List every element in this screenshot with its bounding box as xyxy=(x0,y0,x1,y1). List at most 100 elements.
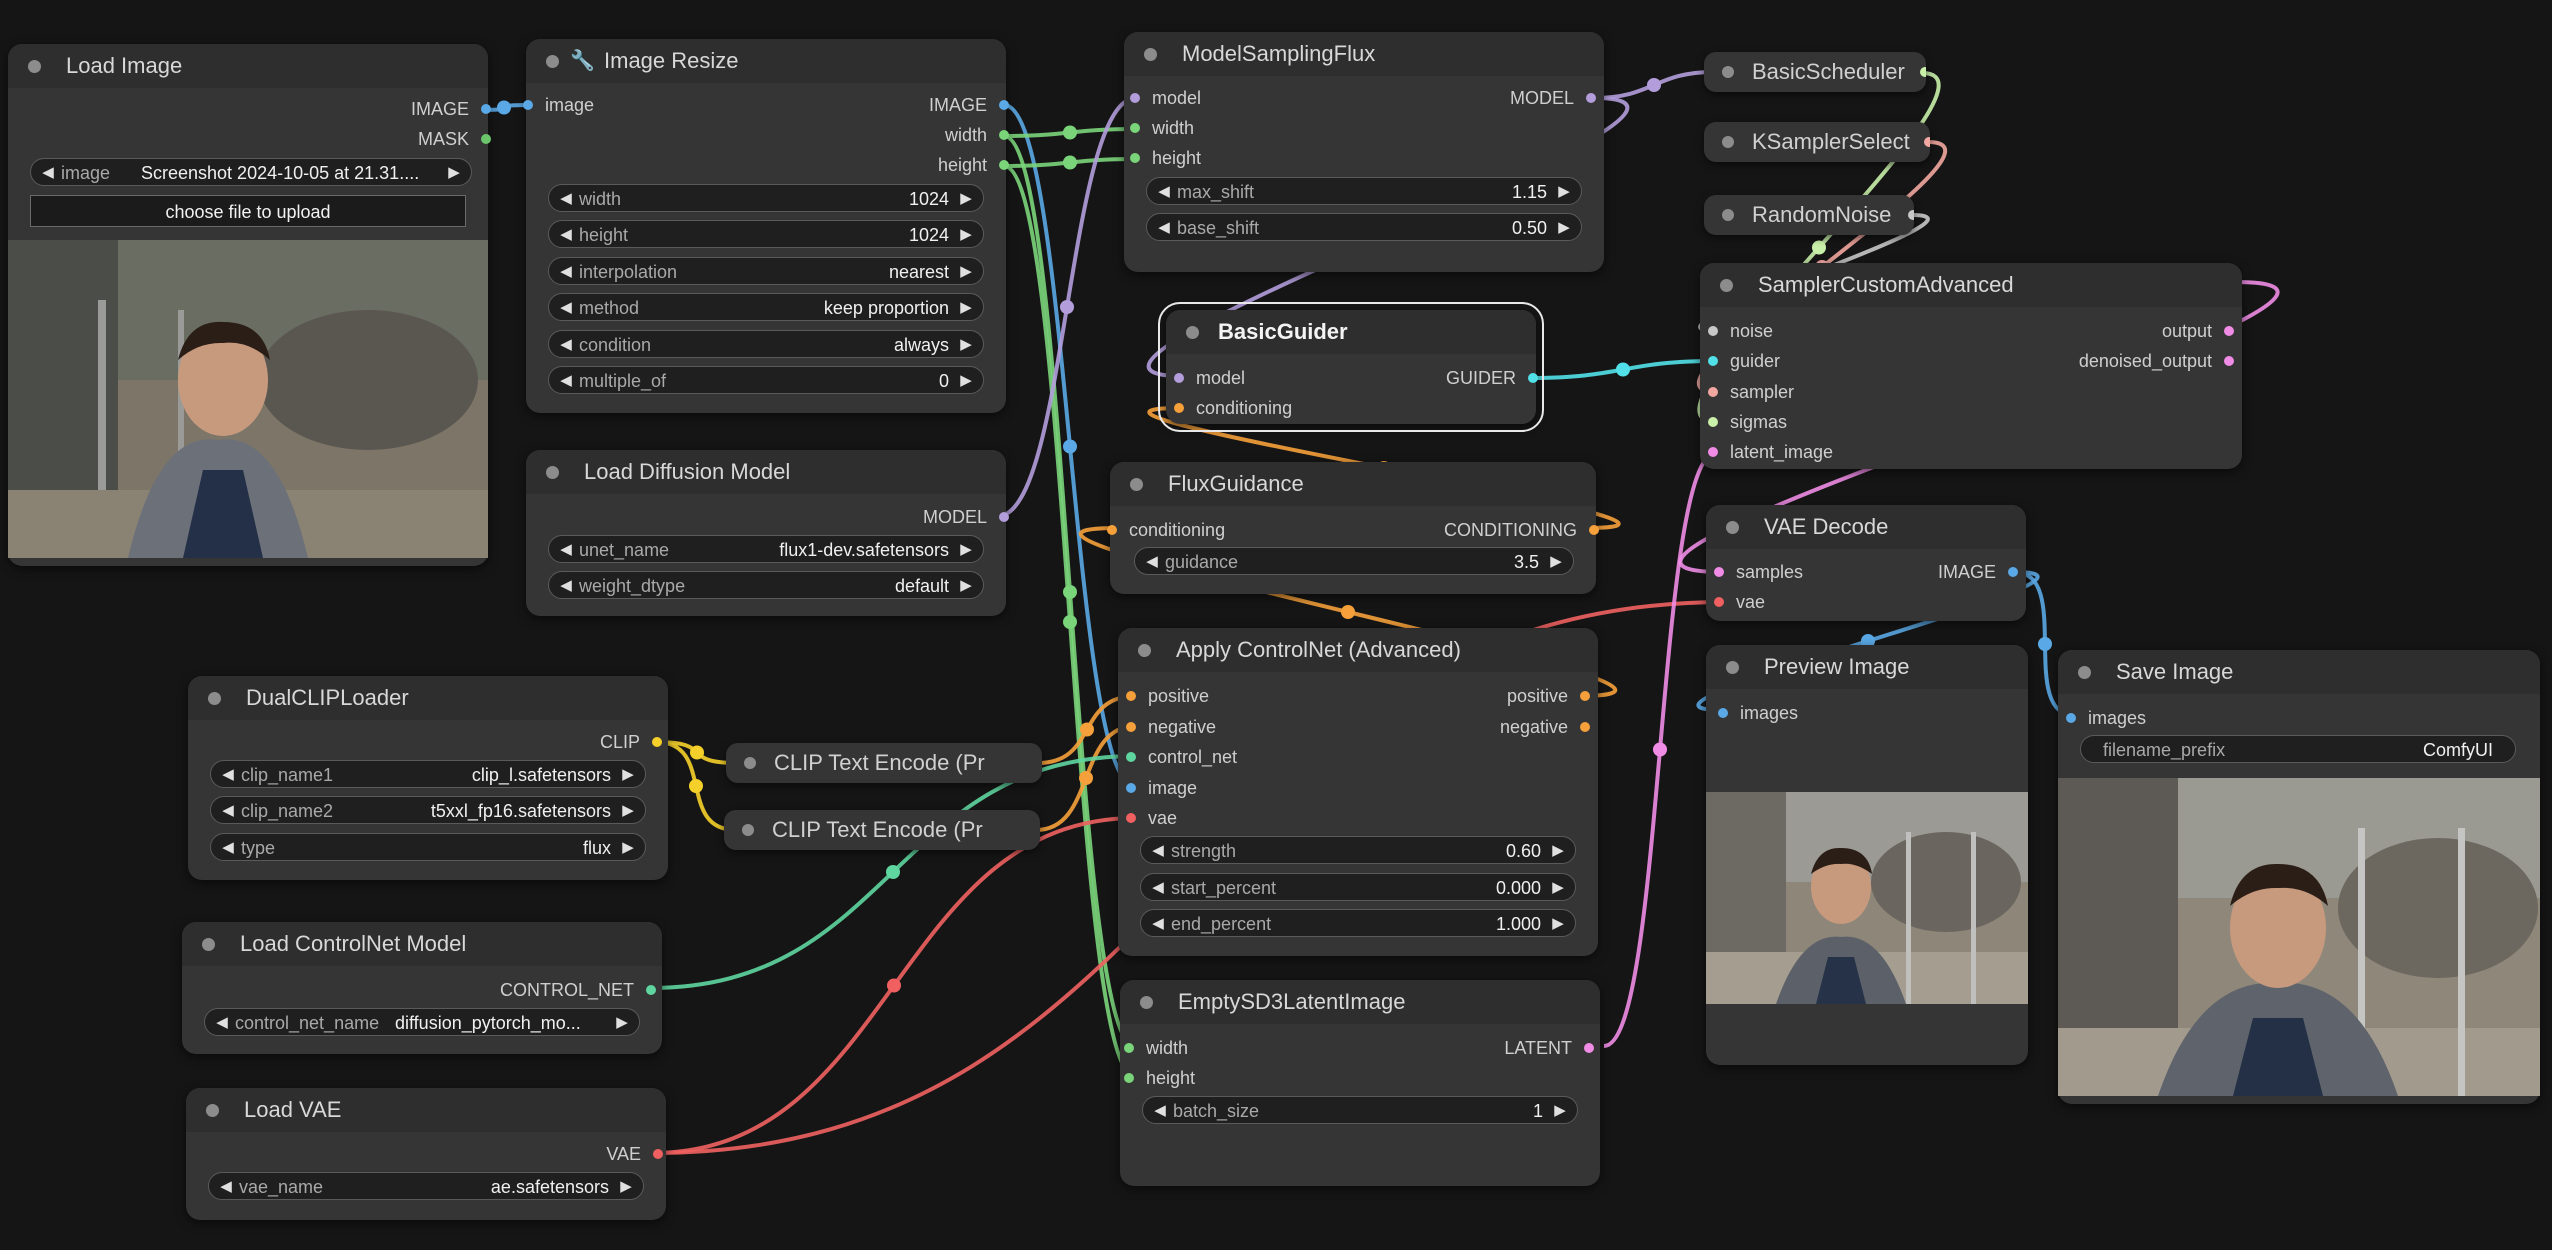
link-midpoint-dot[interactable] xyxy=(1079,771,1093,785)
widget-guidance[interactable]: ◀ guidance 3.5 ▶ xyxy=(1134,547,1574,575)
node-title[interactable]: Load Image xyxy=(8,44,488,88)
port-dot-icon[interactable] xyxy=(1124,1043,1134,1053)
arrow-left-icon[interactable]: ◀ xyxy=(1141,548,1163,576)
image-combo[interactable]: ◀ image Screenshot 2024-10-05 at 21.31..… xyxy=(30,158,472,186)
output-image[interactable]: IMAGE xyxy=(929,93,1009,117)
link-midpoint-dot[interactable] xyxy=(1812,240,1826,255)
output-image[interactable]: IMAGE xyxy=(1938,560,2018,584)
arrow-left-icon[interactable]: ◀ xyxy=(37,159,59,187)
node-flux-guidance[interactable]: FluxGuidance conditioning CONDITIONING ◀… xyxy=(1107,462,1599,594)
collapse-dot-icon[interactable] xyxy=(208,692,221,705)
port-dot-icon[interactable] xyxy=(646,985,656,995)
widget-multiple-of[interactable]: ◀ multiple_of 0 ▶ xyxy=(548,366,984,394)
node-vae-decode[interactable]: VAE Decode samples vae IMAGE xyxy=(1706,505,2026,621)
port-dot-icon[interactable] xyxy=(523,100,533,110)
link-midpoint-dot[interactable] xyxy=(1080,722,1094,737)
output-denoised[interactable]: denoised_output xyxy=(2079,349,2234,373)
widget-clip-name2[interactable]: ◀ clip_name2 t5xxl_fp16.safetensors ▶ xyxy=(210,796,646,824)
link-midpoint-dot[interactable] xyxy=(1063,439,1077,454)
link-midpoint-dot[interactable] xyxy=(497,100,511,115)
arrow-right-icon[interactable]: ▶ xyxy=(1549,1097,1571,1125)
input-guider[interactable]: guider xyxy=(1708,349,1780,373)
link-midpoint-dot[interactable] xyxy=(1647,78,1661,92)
collapse-dot-icon[interactable] xyxy=(742,824,754,836)
input-conditioning[interactable]: conditioning xyxy=(1107,518,1225,542)
node-image-resize[interactable]: 🔧 Image Resize image IMAGE width height ◀… xyxy=(523,39,1009,413)
widget-type[interactable]: ◀ type flux ▶ xyxy=(210,833,646,861)
link-wire[interactable] xyxy=(1003,157,1137,168)
collapse-dot-icon[interactable] xyxy=(1186,326,1199,339)
node-title[interactable]: Load VAE xyxy=(186,1088,666,1132)
node-load-vae[interactable]: Load VAE VAE ◀ vae_name ae.safetensors ▶ xyxy=(186,1088,666,1220)
arrow-right-icon[interactable]: ▶ xyxy=(955,258,977,286)
port-dot-icon[interactable] xyxy=(1708,417,1718,427)
link-midpoint-dot[interactable] xyxy=(1653,742,1667,757)
link-wire[interactable] xyxy=(1593,70,1715,100)
node-clip-text-encode-positive[interactable]: CLIP Text Encode (Pr xyxy=(726,743,1042,783)
output-height[interactable]: height xyxy=(938,153,1009,177)
arrow-right-icon[interactable]: ▶ xyxy=(1547,874,1569,902)
link-midpoint-dot[interactable] xyxy=(1060,300,1074,314)
collapse-dot-icon[interactable] xyxy=(1720,279,1733,292)
arrow-right-icon[interactable]: ▶ xyxy=(1553,214,1575,242)
input-model[interactable]: model xyxy=(1130,86,1201,110)
widget-start-percent[interactable]: ◀ start_percent 0.000 ▶ xyxy=(1140,873,1576,901)
arrow-left-icon[interactable]: ◀ xyxy=(555,221,577,249)
arrow-left-icon[interactable]: ◀ xyxy=(211,1009,233,1037)
port-dot-icon[interactable] xyxy=(1708,447,1718,457)
node-save-image[interactable]: Save Image images filename_prefix ComfyUI xyxy=(2058,650,2540,1104)
port-dot-icon[interactable] xyxy=(2224,326,2234,336)
port-dot-icon[interactable] xyxy=(1580,722,1590,732)
input-sigmas[interactable]: sigmas xyxy=(1708,410,1787,434)
node-basic-guider[interactable]: BasicGuider model conditioning GUIDER xyxy=(1158,302,1544,432)
collapse-dot-icon[interactable] xyxy=(1722,136,1734,148)
port-dot-icon[interactable] xyxy=(999,512,1009,522)
arrow-right-icon[interactable]: ▶ xyxy=(443,159,465,187)
port-dot-icon[interactable] xyxy=(652,737,662,747)
port-dot-icon[interactable] xyxy=(1708,356,1718,366)
arrow-right-icon[interactable]: ▶ xyxy=(955,536,977,564)
port-dot-icon[interactable] xyxy=(1708,326,1718,336)
node-model-sampling-flux[interactable]: ModelSamplingFlux model width height MOD… xyxy=(1124,32,1604,272)
port-dot-icon[interactable] xyxy=(1174,373,1184,383)
widget-method[interactable]: ◀ method keep proportion ▶ xyxy=(548,293,984,321)
upload-button[interactable]: choose file to upload xyxy=(30,195,466,227)
arrow-right-icon[interactable]: ▶ xyxy=(615,1173,637,1201)
link-wire[interactable] xyxy=(1003,103,1137,790)
node-title[interactable]: SamplerCustomAdvanced xyxy=(1700,263,2242,307)
port-dot-icon[interactable] xyxy=(1714,597,1724,607)
input-width[interactable]: width xyxy=(1124,1036,1188,1060)
arrow-left-icon[interactable]: ◀ xyxy=(1147,837,1169,865)
link-midpoint-dot[interactable] xyxy=(1616,362,1630,377)
output-positive[interactable]: positive xyxy=(1507,684,1590,708)
arrow-right-icon[interactable]: ▶ xyxy=(617,761,639,789)
widget-clip-name1[interactable]: ◀ clip_name1 clip_l.safetensors ▶ xyxy=(210,760,646,788)
input-sampler[interactable]: sampler xyxy=(1708,380,1794,404)
widget-batch-size[interactable]: ◀ batch_size 1 ▶ xyxy=(1142,1096,1578,1124)
node-basic-scheduler[interactable]: BasicScheduler xyxy=(1704,52,1926,92)
arrow-left-icon[interactable]: ◀ xyxy=(555,331,577,359)
port-dot-icon[interactable] xyxy=(2008,567,2018,577)
node-apply-controlnet-advanced[interactable]: Apply ControlNet (Advanced) positive neg… xyxy=(1118,628,1598,956)
widget-height[interactable]: ◀ height 1024 ▶ xyxy=(548,220,984,248)
port-dot-icon[interactable] xyxy=(2066,713,2076,723)
widget-weight-dtype[interactable]: ◀ weight_dtype default ▶ xyxy=(548,571,984,599)
output-latent[interactable]: LATENT xyxy=(1504,1036,1594,1060)
arrow-left-icon[interactable]: ◀ xyxy=(1153,214,1175,242)
link-wire[interactable] xyxy=(1003,164,1137,1080)
input-images[interactable]: images xyxy=(1718,701,1798,725)
node-preview-image[interactable]: Preview Image images xyxy=(1706,645,2028,1065)
port-dot-icon[interactable] xyxy=(1924,137,1930,147)
port-dot-icon[interactable] xyxy=(481,134,491,144)
input-images[interactable]: images xyxy=(2066,706,2146,730)
input-negative[interactable]: negative xyxy=(1126,715,1216,739)
input-latent-image[interactable]: latent_image xyxy=(1708,440,1833,464)
widget-condition[interactable]: ◀ condition always ▶ xyxy=(548,330,984,358)
collapse-dot-icon[interactable] xyxy=(1726,521,1739,534)
arrow-left-icon[interactable]: ◀ xyxy=(1147,874,1169,902)
arrow-right-icon[interactable]: ▶ xyxy=(955,294,977,322)
collapse-dot-icon[interactable] xyxy=(1138,644,1151,657)
link-wire[interactable] xyxy=(997,96,1137,518)
link-midpoint-dot[interactable] xyxy=(1063,585,1077,599)
port-dot-icon[interactable] xyxy=(1580,691,1590,701)
